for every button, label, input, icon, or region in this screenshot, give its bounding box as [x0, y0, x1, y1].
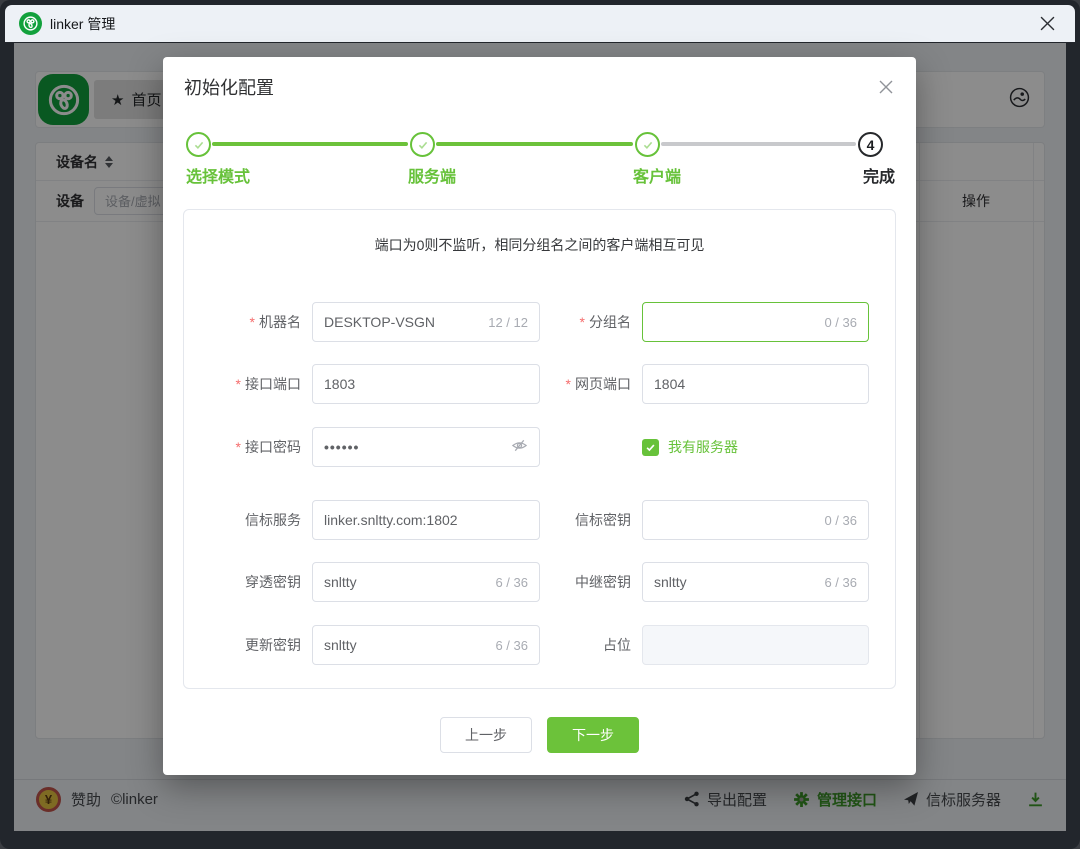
form-row: * 接口密码 •••••• 我有服务器: [184, 427, 895, 467]
char-counter: 12 / 12: [488, 314, 528, 330]
step-3-check-icon: [635, 132, 660, 157]
form-row: * 机器名 DESKTOP-VSGN 12 / 12 * 分组名 0 / 36: [184, 302, 895, 342]
char-counter: 0 / 36: [824, 314, 857, 330]
dialog-close-icon[interactable]: [876, 77, 896, 97]
init-config-dialog: 初始化配置 4 选择模式 服务端 客户端 完成 端口为0则不监听，相同分组名之间…: [163, 57, 916, 775]
app-window: linker 管理 ★ 首页 设备名 设备 设备/虚拟 操作 ¥ 赞助 ©lin…: [0, 0, 1080, 849]
form-row: * 接口端口 1803 * 网页端口 1804: [184, 364, 895, 404]
step-4-number: 4: [858, 132, 883, 157]
group-name-label: * 分组名: [579, 314, 631, 330]
char-counter: 6 / 36: [495, 574, 528, 590]
next-step-button[interactable]: 下一步: [547, 717, 639, 753]
web-port-label: * 网页端口: [565, 376, 631, 392]
relay-key-input[interactable]: snltty 6 / 36: [642, 562, 869, 602]
char-counter: 0 / 36: [824, 512, 857, 528]
step-1-check-icon: [186, 132, 211, 157]
prev-step-button[interactable]: 上一步: [440, 717, 532, 753]
window-close-icon[interactable]: [1033, 10, 1061, 38]
update-key-input[interactable]: snltty 6 / 36: [312, 625, 540, 665]
api-port-input[interactable]: 1803: [312, 364, 540, 404]
relay-key-label: 中继密钥: [575, 574, 631, 590]
beacon-key-input[interactable]: 0 / 36: [642, 500, 869, 540]
api-port-label: * 接口端口: [235, 376, 301, 392]
step-2-label: 服务端: [408, 169, 457, 186]
punch-key-input[interactable]: snltty 6 / 36: [312, 562, 540, 602]
form-row: 穿透密钥 snltty 6 / 36 中继密钥 snltty 6 / 36: [184, 562, 895, 602]
form-hint-text: 端口为0则不监听，相同分组名之间的客户端相互可见: [374, 237, 705, 253]
beacon-service-input[interactable]: linker.snltty.com:1802: [312, 500, 540, 540]
machine-name-label: * 机器名: [249, 314, 301, 330]
title-bar: linker 管理: [5, 5, 1075, 42]
placeholder-input: [642, 625, 869, 665]
api-password-label: * 接口密码: [235, 439, 301, 455]
web-port-input[interactable]: 1804: [642, 364, 869, 404]
linker-logo-icon: [19, 12, 42, 35]
group-name-input[interactable]: 0 / 36: [642, 302, 869, 342]
machine-name-input[interactable]: DESKTOP-VSGN 12 / 12: [312, 302, 540, 342]
window-title: linker 管理: [50, 15, 116, 32]
char-counter: 6 / 36: [824, 574, 857, 590]
step-4-label: 完成: [862, 169, 895, 186]
beacon-service-label: 信标服务: [245, 512, 301, 528]
step-line-pending: [661, 142, 856, 146]
checkbox-checked-icon: [642, 438, 659, 456]
form-row: 信标服务 linker.snltty.com:1802 信标密钥 0 / 36: [184, 500, 895, 540]
step-line-done: [212, 142, 408, 146]
update-key-label: 更新密钥: [245, 637, 301, 653]
placeholder-label: 占位: [603, 637, 631, 653]
have-server-label: 我有服务器: [668, 439, 738, 455]
punch-key-label: 穿透密钥: [245, 574, 301, 590]
step-2-check-icon: [410, 132, 435, 157]
step-line-done: [436, 142, 633, 146]
char-counter: 6 / 36: [495, 637, 528, 653]
form-row: 更新密钥 snltty 6 / 36 占位: [184, 625, 895, 665]
beacon-key-label: 信标密钥: [575, 512, 631, 528]
eye-off-icon[interactable]: [511, 437, 528, 457]
dialog-actions: 上一步 下一步: [163, 717, 916, 753]
step-1-label: 选择模式: [186, 169, 251, 186]
have-server-checkbox[interactable]: 我有服务器: [642, 437, 738, 457]
dialog-title: 初始化配置: [184, 78, 274, 98]
config-form-panel: 端口为0则不监听，相同分组名之间的客户端相互可见 * 机器名 DESKTOP-VS…: [183, 209, 896, 689]
api-password-input[interactable]: ••••••: [312, 427, 540, 467]
step-3-label: 客户端: [633, 169, 682, 186]
